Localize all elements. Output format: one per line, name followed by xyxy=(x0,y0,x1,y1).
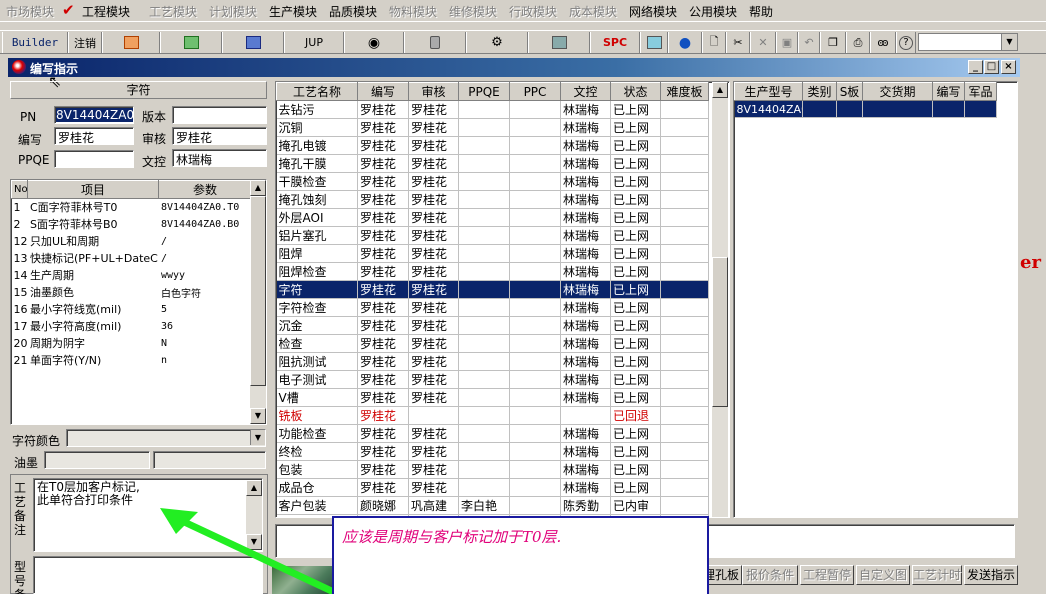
annotation-text: 应该是周期与客户标记加于T0层. xyxy=(342,528,562,546)
annotation-arrow xyxy=(160,508,340,594)
annotation-box: 应该是周期与客户标记加于T0层. xyxy=(332,516,709,594)
arrow-head-icon xyxy=(160,508,198,534)
arrow-line xyxy=(178,516,340,594)
